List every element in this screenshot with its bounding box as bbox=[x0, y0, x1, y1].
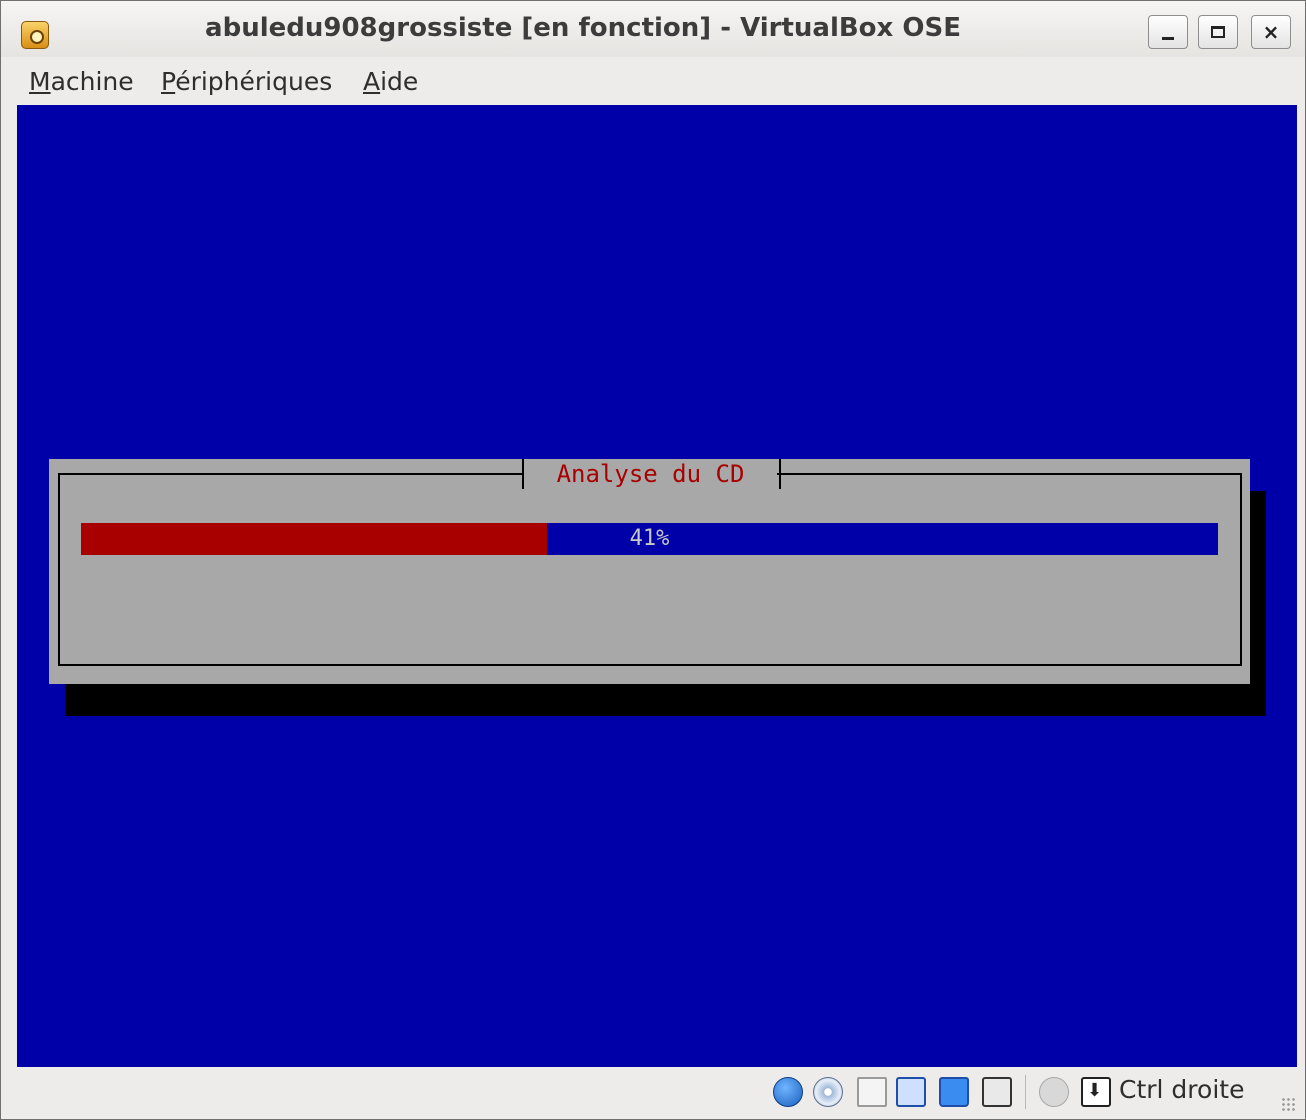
minimize-icon bbox=[1162, 37, 1174, 40]
shared-folder-icon[interactable] bbox=[939, 1077, 969, 1107]
resize-grip-icon[interactable] bbox=[1281, 1097, 1297, 1113]
menu-machine[interactable]: Machine bbox=[29, 67, 134, 96]
floppy-icon[interactable] bbox=[857, 1077, 887, 1107]
dialog-title-container: Analyse du CD bbox=[524, 459, 777, 489]
maximize-icon bbox=[1211, 26, 1225, 38]
minimize-button[interactable] bbox=[1148, 15, 1188, 49]
close-button[interactable]: × bbox=[1251, 15, 1291, 49]
status-bar: Ctrl droite bbox=[1, 1069, 1305, 1119]
menu-aide[interactable]: Aide bbox=[363, 67, 418, 96]
mnemonic-letter: P bbox=[161, 67, 176, 96]
menu-aide-label: ide bbox=[380, 67, 419, 96]
mnemonic-letter: A bbox=[363, 67, 381, 96]
progress-bar: 41% bbox=[81, 523, 1218, 555]
mnemonic-letter: M bbox=[29, 67, 51, 96]
network-icon[interactable] bbox=[896, 1077, 926, 1107]
vm-display[interactable]: Analyse du CD 41% bbox=[17, 105, 1297, 1067]
menu-peripheriques-label: ériphériques bbox=[175, 67, 333, 96]
maximize-button[interactable] bbox=[1198, 15, 1238, 49]
menu-bar: Machine Périphériques Aide bbox=[1, 57, 1305, 103]
virtualbox-window: abuledu908grossiste [en fonction] - Virt… bbox=[0, 0, 1306, 1120]
cd-dvd-icon[interactable] bbox=[813, 1077, 843, 1107]
dialog-frame bbox=[58, 473, 1242, 666]
host-key-icon[interactable] bbox=[1081, 1077, 1111, 1107]
mouse-integration-icon[interactable] bbox=[1039, 1077, 1069, 1107]
progress-dialog: Analyse du CD 41% bbox=[49, 459, 1250, 684]
virtualbox-app-icon[interactable] bbox=[21, 21, 49, 49]
close-icon: × bbox=[1262, 20, 1280, 44]
hard-disk-icon[interactable] bbox=[773, 1077, 803, 1107]
menu-peripheriques[interactable]: Périphériques bbox=[161, 67, 332, 96]
progress-percent-text: 41% bbox=[629, 526, 670, 551]
status-separator bbox=[1025, 1075, 1026, 1109]
title-bar[interactable]: abuledu908grossiste [en fonction] - Virt… bbox=[1, 1, 1305, 57]
vt-x-icon[interactable] bbox=[982, 1077, 1012, 1107]
window-title: abuledu908grossiste [en fonction] - Virt… bbox=[205, 13, 961, 43]
title-right-bracket bbox=[779, 459, 781, 489]
dialog-title: Analyse du CD bbox=[556, 460, 745, 488]
host-key-label: Ctrl droite bbox=[1119, 1075, 1245, 1104]
menu-machine-label: achine bbox=[50, 67, 134, 96]
